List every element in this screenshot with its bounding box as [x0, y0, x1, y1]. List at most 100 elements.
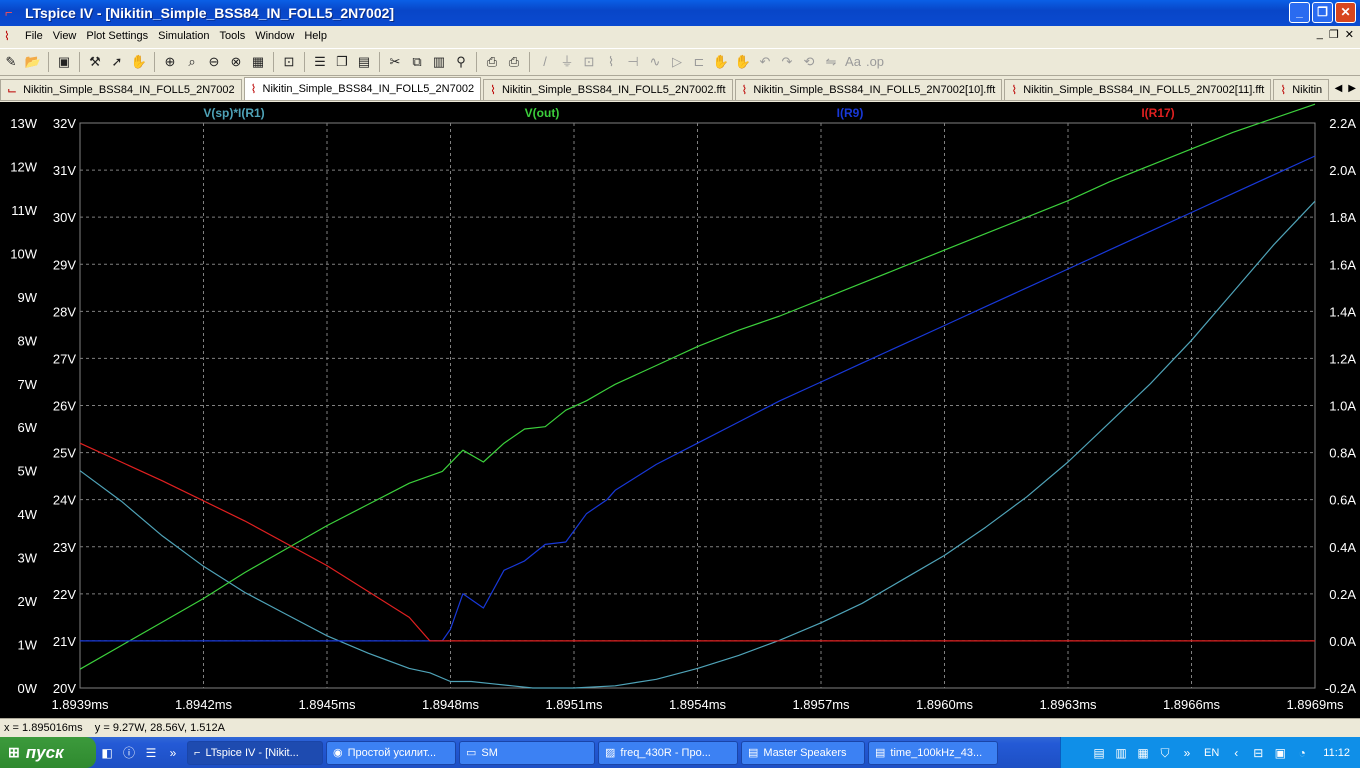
waveform-icon: ⌇ [1280, 83, 1287, 97]
tray-icon-2[interactable]: ▥ [1110, 742, 1132, 764]
zoom-fit-icon[interactable]: ⊗ [225, 51, 247, 73]
open-icon[interactable]: 📂 [22, 51, 44, 73]
control-panel-icon[interactable]: ⚒ [84, 51, 106, 73]
toolbar-separator [476, 52, 477, 72]
tile-icon[interactable]: ▤ [353, 51, 375, 73]
task-label: freq_430R - Про... [620, 746, 711, 759]
tray-volume-icon[interactable]: ◔ [1291, 742, 1313, 764]
new-schematic-icon[interactable]: ✎ [0, 51, 22, 73]
start-button[interactable]: ⊞ пуск [0, 737, 96, 768]
measure-icon[interactable]: ⊡ [278, 51, 300, 73]
zoom-area-icon[interactable]: ⌕ [181, 51, 203, 73]
series-line-1[interactable] [79, 103, 1316, 670]
tray-network-icon[interactable]: ⊟ [1247, 742, 1269, 764]
current-tick-label: -0.2A [1325, 681, 1356, 696]
mdi-close-button[interactable]: ✕ [1345, 28, 1354, 41]
x-tick-label: 1.8945ms [298, 697, 356, 712]
tray-arrow-icon[interactable]: ‹ [1225, 742, 1247, 764]
undo-icon[interactable]: ↶ [754, 51, 776, 73]
tab-2[interactable]: ⌇ Nikitin_Simple_BSS84_IN_FOLL5_2N7002.ff… [483, 79, 733, 100]
quicklaunch-info-icon[interactable]: ⓘ [118, 742, 140, 764]
wire-icon[interactable]: / [534, 51, 556, 73]
tab-scroll-left-icon[interactable]: ◀ [1335, 83, 1343, 94]
tray-display-icon[interactable]: ▣ [1269, 742, 1291, 764]
mdi-restore-button[interactable]: ❐ [1329, 28, 1339, 41]
waveform-icon: ⌇ [250, 82, 257, 96]
language-indicator[interactable]: EN [1204, 747, 1219, 759]
mirror-icon[interactable]: ⇋ [820, 51, 842, 73]
zoom-out-icon[interactable]: ⊖ [203, 51, 225, 73]
tab-label: Nikitin_Simple_BSS84_IN_FOLL5_2N7002 [23, 84, 235, 96]
voltage-tick-label: 28V [53, 304, 76, 319]
show-desktop-icon[interactable]: ◧ [96, 742, 118, 764]
taskbar-task-4[interactable]: ▤ Master Speakers [741, 740, 865, 765]
current-tick-label: 2.2A [1329, 116, 1356, 131]
taskbar-task-0[interactable]: ⌐ LTspice IV - [Nikit... [187, 740, 323, 765]
minimize-button[interactable]: _ [1289, 2, 1310, 23]
quicklaunch-app-icon[interactable]: ☰ [140, 742, 162, 764]
tab-0[interactable]: ⌙ Nikitin_Simple_BSS84_IN_FOLL5_2N7002 [0, 79, 242, 100]
copy-icon[interactable]: ⧉ [406, 51, 428, 73]
taskbar-task-5[interactable]: ▤ time_100kHz_43... [868, 740, 998, 765]
label-icon[interactable]: ⊡ [578, 51, 600, 73]
trace-label-1[interactable]: V(out) [525, 106, 560, 120]
zoom-in-icon[interactable]: ⊕ [159, 51, 181, 73]
taskbar-task-3[interactable]: ▨ freq_430R - Про... [598, 740, 738, 765]
tab-4[interactable]: ⌇ Nikitin_Simple_BSS84_IN_FOLL5_2N7002[11… [1004, 79, 1272, 100]
paste-icon[interactable]: ▥ [428, 51, 450, 73]
ground-icon[interactable]: ⏚ [556, 51, 578, 73]
inductor-icon[interactable]: ∿ [644, 51, 666, 73]
menu-plot-settings[interactable]: Plot Settings [81, 30, 153, 42]
waveform-doc-icon[interactable]: ⌇ [4, 28, 20, 44]
x-tick-label: 1.8948ms [422, 697, 480, 712]
menu-file[interactable]: File [20, 30, 48, 42]
waveform-chart[interactable]: 1.8939ms 1.8942ms 1.8945ms 1.8948ms 1.8951ms… [0, 102, 1360, 718]
run-icon[interactable]: ➚ [106, 51, 128, 73]
resistor-icon[interactable]: ⌇ [600, 51, 622, 73]
autorange-icon[interactable]: ▦ [247, 51, 269, 73]
quicklaunch-expand-icon[interactable]: » [162, 742, 184, 764]
close-button[interactable]: ✕ [1335, 2, 1356, 23]
trace-label-0[interactable]: V(sp)*I(R1) [203, 106, 264, 120]
mdi-minimize-button[interactable]: _ [1317, 28, 1323, 41]
tray-icon-3[interactable]: ▦ [1132, 742, 1154, 764]
taskbar-task-2[interactable]: ▭ SM [459, 740, 595, 765]
tray-shield-icon[interactable]: ⛉ [1154, 742, 1176, 764]
tile-horizontal-icon[interactable]: ☰ [309, 51, 331, 73]
start-label: пуск [25, 742, 64, 762]
trace-label-2[interactable]: I(R9) [837, 106, 864, 120]
menu-window[interactable]: Window [250, 30, 299, 42]
print-icon[interactable]: ⎙ [503, 51, 525, 73]
cascade-icon[interactable]: ❐ [331, 51, 353, 73]
menu-view[interactable]: View [48, 30, 82, 42]
drag-icon[interactable]: ✋ [732, 51, 754, 73]
document-tabs: ⌙ Nikitin_Simple_BSS84_IN_FOLL5_2N7002 ⌇ Ni… [0, 77, 1360, 101]
redo-icon[interactable]: ↷ [776, 51, 798, 73]
cut-icon[interactable]: ✂ [384, 51, 406, 73]
component-icon[interactable]: ⊏ [688, 51, 710, 73]
trace-label-3[interactable]: I(R17) [1141, 106, 1174, 120]
save-icon[interactable]: ▣ [53, 51, 75, 73]
move-icon[interactable]: ✋ [710, 51, 732, 73]
menu-tools[interactable]: Tools [215, 30, 251, 42]
tab-5[interactable]: ⌇ Nikitin [1273, 79, 1330, 100]
tab-1[interactable]: ⌇ Nikitin_Simple_BSS84_IN_FOLL5_2N7002 [243, 77, 482, 100]
capacitor-icon[interactable]: ⊣ [622, 51, 644, 73]
text-icon[interactable]: Aa [842, 51, 864, 73]
tray-icon-1[interactable]: ▤ [1088, 742, 1110, 764]
diode-icon[interactable]: ▷ [666, 51, 688, 73]
spice-directive-icon[interactable]: .op [864, 51, 886, 73]
menu-simulation[interactable]: Simulation [153, 30, 214, 42]
menu-help[interactable]: Help [299, 30, 332, 42]
find-icon[interactable]: ⚲ [450, 51, 472, 73]
maximize-button[interactable]: ❐ [1312, 2, 1333, 23]
halt-icon[interactable]: ✋ [128, 51, 150, 73]
rotate-icon[interactable]: ⟲ [798, 51, 820, 73]
waveform-plot[interactable]: 1.8939ms 1.8942ms 1.8945ms 1.8948ms 1.8951ms… [0, 102, 1360, 718]
tab-scroll-right-icon[interactable]: ▶ [1348, 83, 1356, 94]
tab-3[interactable]: ⌇ Nikitin_Simple_BSS84_IN_FOLL5_2N7002[10… [734, 79, 1003, 100]
taskbar-task-1[interactable]: ◉ Простой усилит... [326, 740, 456, 765]
tray-expand-icon[interactable]: » [1176, 742, 1198, 764]
print-setup-icon[interactable]: ⎙ [481, 51, 503, 73]
tab-label: Nikitin_Simple_BSS84_IN_FOLL5_2N7002[10]… [753, 84, 996, 96]
